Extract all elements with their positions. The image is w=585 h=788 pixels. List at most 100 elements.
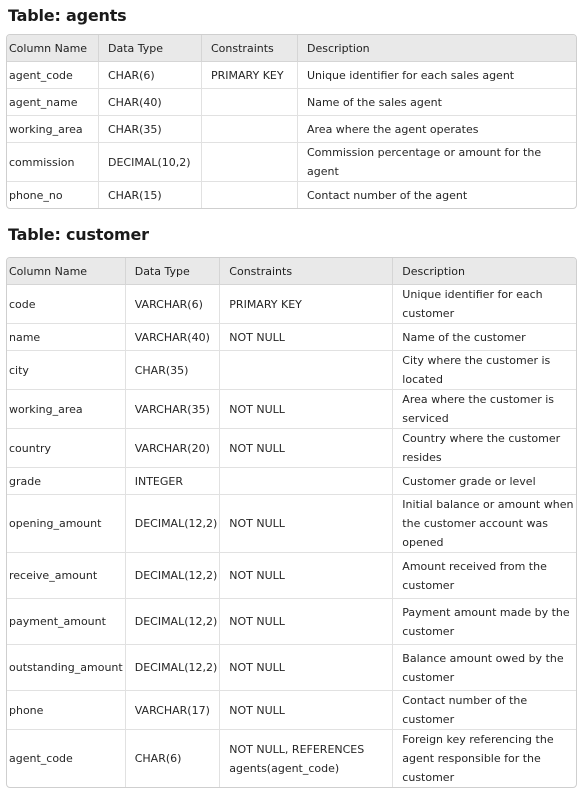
data-type-cell: DECIMAL(12,2) [125, 553, 221, 599]
description-cell: Name of the sales agent [298, 89, 576, 116]
column-name-cell: grade [7, 468, 126, 495]
customer-table-title: Table: customer [8, 225, 149, 244]
description-cell: Country where the customer resides [393, 429, 576, 468]
data-type-cell: VARCHAR(40) [125, 324, 221, 351]
description-cell: Contact number of the agent [307, 188, 468, 202]
column-name-cell: receive_amount [7, 553, 126, 599]
constraints-cell: NOT NULL [220, 691, 394, 730]
table-row: grade INTEGER Customer grade or level [7, 468, 576, 495]
data-type-cell: DECIMAL(10,2) [99, 143, 202, 182]
description-cell: City where the customer is located [393, 351, 576, 390]
agents-table: Column Name Data Type Constraints Descri… [6, 34, 577, 209]
table-row: name VARCHAR(40) NOT NULL Name of the custo… [7, 324, 576, 351]
table-row: phone VARCHAR(17) NOT NULL Contact number o… [7, 691, 576, 730]
description-cell: Contact number of the customer [393, 691, 576, 730]
data-type-cell: CHAR(15) [99, 182, 202, 208]
agents-table-title: Table: agents [8, 6, 127, 25]
table-row: agent_code CHAR(6) NOT NULL, REFERENCES ag… [7, 730, 576, 787]
description-cell: Foreign key referencing the agent respon… [402, 733, 554, 784]
description-cell: Payment amount made by the customer [393, 599, 576, 645]
column-name-cell: commission [7, 143, 99, 182]
table-row: working_area CHAR(35) Area where the agent… [7, 116, 576, 143]
page: Table: agents Column Name Data Type Cons… [0, 0, 585, 788]
column-name-cell: name [7, 324, 126, 351]
constraints-cell: PRIMARY KEY [202, 62, 298, 89]
table-row: receive_amount DECIMAL(12,2) NOT NULL Amoun… [7, 553, 576, 599]
table-header-row: Column Name Data Type Constraints Descri… [7, 258, 576, 285]
table-row: payment_amount DECIMAL(12,2) NOT NULL Payme… [7, 599, 576, 645]
table-row: phone_no CHAR(15) Contact number of the ag… [7, 182, 576, 208]
constraints-cell [220, 351, 394, 390]
description-cell: Customer grade or level [393, 468, 576, 495]
constraints-cell [202, 116, 298, 143]
column-header: Constraints [202, 35, 298, 62]
customer-table-body: code VARCHAR(6) PRIMARY KEY Unique identifi… [7, 285, 576, 787]
constraints-cell [220, 468, 394, 495]
constraints-cell [202, 182, 298, 208]
column-name-cell: country [7, 429, 126, 468]
description-cell: Amount received from the customer [393, 553, 576, 599]
column-name-cell: outstanding_amount [7, 645, 126, 691]
data-type-cell: CHAR(6) [99, 62, 202, 89]
data-type-cell: VARCHAR(20) [125, 429, 221, 468]
column-name-cell: phone [7, 691, 126, 730]
table-row: commission DECIMAL(10,2) Commission percen… [7, 143, 576, 182]
table-row: opening_amount DECIMAL(12,2) NOT NULL Initi… [7, 495, 576, 553]
column-name-cell: agent_code [7, 730, 126, 787]
column-name-cell: agent_code [7, 62, 99, 89]
column-header: Constraints [220, 258, 394, 285]
data-type-cell: DECIMAL(12,2) [125, 495, 221, 553]
data-type-cell: VARCHAR(35) [125, 390, 221, 429]
constraints-cell [202, 89, 298, 116]
constraints-cell [202, 143, 298, 182]
table-row: agent_code CHAR(6) PRIMARY KEY Unique ident… [7, 62, 576, 89]
data-type-cell: VARCHAR(17) [125, 691, 221, 730]
column-name-cell: phone_no [7, 182, 99, 208]
constraints-cell: NOT NULL [220, 390, 394, 429]
column-name-cell: payment_amount [7, 599, 126, 645]
column-name-cell: opening_amount [7, 495, 126, 553]
description-cell: Unique identifier for each sales agent [298, 62, 576, 89]
constraints-cell: PRIMARY KEY [220, 285, 394, 324]
table-header-row: Column Name Data Type Constraints Descri… [7, 35, 576, 62]
column-name-cell: code [7, 285, 126, 324]
column-header: Column Name [7, 258, 126, 285]
customer-table: Column Name Data Type Constraints Descri… [6, 257, 577, 788]
table-row: city CHAR(35) City where the customer is l… [7, 351, 576, 390]
column-header: Data Type [125, 258, 221, 285]
description-cell: Name of the customer [393, 324, 576, 351]
data-type-cell: INTEGER [125, 468, 221, 495]
description-cell: Area where the customer is serviced [393, 390, 576, 429]
column-name-cell: working_area [7, 390, 126, 429]
column-header: Description [393, 258, 576, 285]
table-row: code VARCHAR(6) PRIMARY KEY Unique identifi… [7, 285, 576, 324]
description-cell: Initial balance or amount when the custo… [393, 495, 576, 553]
description-cell: Commission percentage or amount for the … [298, 143, 576, 182]
constraints-cell: NOT NULL [220, 429, 394, 468]
description-cell: Unique identifier for each customer [393, 285, 576, 324]
data-type-cell: DECIMAL(12,2) [125, 645, 221, 691]
constraints-cell: NOT NULL [220, 645, 394, 691]
data-type-cell: CHAR(35) [125, 351, 221, 390]
description-cell: Balance amount owed by the customer [393, 645, 576, 691]
description-cell: Area where the agent operates [298, 116, 576, 143]
data-type-cell: DECIMAL(12,2) [125, 599, 221, 645]
column-name-cell: agent_name [7, 89, 99, 116]
data-type-cell: CHAR(6) [126, 730, 221, 787]
data-type-cell: CHAR(40) [99, 89, 202, 116]
constraints-cell: NOT NULL, REFERENCES agents(agent_code) [220, 730, 394, 787]
table-row: outstanding_amount DECIMAL(12,2) NOT NULL B… [7, 645, 576, 691]
column-header: Data Type [99, 35, 202, 62]
constraints-cell: NOT NULL [220, 324, 394, 351]
constraints-cell: NOT NULL [220, 599, 394, 645]
column-header: Description [298, 35, 576, 62]
agents-table-body: agent_code CHAR(6) PRIMARY KEY Unique ident… [7, 62, 576, 208]
table-row: country VARCHAR(20) NOT NULL Country where … [7, 429, 576, 468]
data-type-cell: CHAR(35) [99, 116, 202, 143]
table-row: working_area VARCHAR(35) NOT NULL Area wher… [7, 390, 576, 429]
constraints-cell: NOT NULL [220, 553, 394, 599]
table-row: agent_name CHAR(40) Name of the sales agen… [7, 89, 576, 116]
column-name-cell: working_area [7, 116, 99, 143]
data-type-cell: VARCHAR(6) [125, 285, 221, 324]
constraints-cell: NOT NULL [220, 495, 394, 553]
